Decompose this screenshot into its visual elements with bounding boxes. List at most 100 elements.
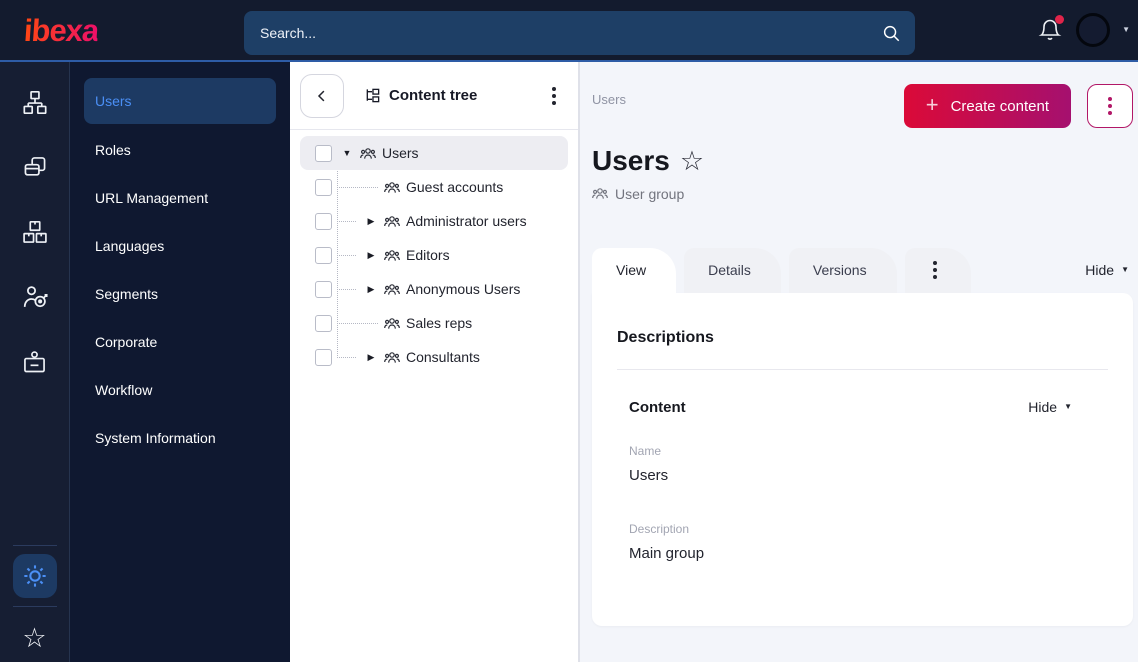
sidebar-item-segments[interactable]: Segments: [84, 270, 276, 318]
tree-item-label: Anonymous Users: [406, 281, 521, 297]
hide-all-toggle[interactable]: Hide ▼: [1085, 262, 1133, 278]
caret-right-icon[interactable]: ▶: [364, 284, 378, 294]
caret-down-icon: ▼: [1064, 402, 1072, 412]
tree-checkbox[interactable]: [315, 314, 332, 332]
personalization-icon: [23, 286, 48, 308]
tree-connector: [337, 288, 356, 290]
content-type-label: User group: [592, 186, 1133, 202]
user-group-icon: [592, 186, 608, 201]
sidebar-item-label: Corporate: [95, 334, 158, 350]
user-group-icon: [384, 282, 400, 297]
content-type-text: User group: [615, 185, 685, 202]
tab-view[interactable]: View: [592, 247, 677, 293]
tab-versions[interactable]: Versions: [788, 247, 897, 293]
admin-badge-icon: [24, 350, 45, 372]
tree-checkbox[interactable]: [315, 246, 332, 264]
ibexa-logo[interactable]: ibexa: [23, 13, 100, 48]
chevron-left-icon: [317, 90, 325, 101]
tree-item-users[interactable]: ▼ Users: [300, 136, 568, 170]
notifications-button[interactable]: [1038, 15, 1065, 43]
caret-down-icon[interactable]: ▼: [340, 148, 354, 158]
descriptions-heading: Descriptions: [617, 328, 714, 346]
sidebar-item-label: Workflow: [95, 382, 153, 398]
main-content: Users + Create content Users ☆ User grou…: [580, 62, 1138, 662]
caret-right-icon[interactable]: ▶: [364, 352, 378, 362]
user-menu-caret-icon[interactable]: ▼: [1122, 26, 1130, 34]
tree-item-editors[interactable]: ▶ Editors: [300, 238, 568, 272]
rail-divider: [12, 606, 57, 607]
field-value-description: Main group: [629, 544, 705, 562]
pages-icon: [24, 156, 45, 176]
page-title: Users: [592, 145, 670, 176]
tree-item-label: Administrator users: [406, 213, 527, 229]
tree-item-label: Consultants: [406, 349, 480, 365]
bookmark-star-icon[interactable]: ☆: [680, 147, 704, 175]
content-tree-panel: Content tree ▼ Users Guest accounts ▶ Ad…: [290, 62, 580, 662]
nav-admin[interactable]: [20, 348, 50, 376]
search-input[interactable]: [258, 24, 881, 42]
tree-item-anonymous-users[interactable]: ▶ Anonymous Users: [300, 272, 568, 306]
sidebar-item-workflow[interactable]: Workflow: [84, 366, 276, 414]
nav-content-structure[interactable]: [20, 88, 50, 116]
tree-item-consultants[interactable]: ▶ Consultants: [300, 340, 568, 374]
sidebar-item-languages[interactable]: Languages: [84, 222, 276, 270]
content-section-heading: Content: [629, 398, 686, 416]
content-section-toggle[interactable]: Hide ▼: [1028, 399, 1072, 415]
tree-item-administrator-users[interactable]: ▶ Administrator users: [300, 204, 568, 238]
icon-rail: ☆: [0, 62, 70, 662]
nav-personalization[interactable]: [20, 283, 50, 311]
tree-checkbox[interactable]: [315, 178, 332, 196]
app-window: ibexa ▼: [0, 0, 1138, 662]
sidebar-item-corporate[interactable]: Corporate: [84, 318, 276, 366]
bookmarks-button[interactable]: ☆: [22, 625, 46, 652]
sidebar-item-roles[interactable]: Roles: [84, 126, 276, 174]
user-group-icon: [360, 146, 376, 161]
notification-badge: [1055, 15, 1065, 24]
tree-item-guest-accounts[interactable]: Guest accounts: [300, 170, 568, 204]
view-tab-card: Descriptions Content Hide ▼ Name Users D…: [592, 292, 1133, 626]
search-icon: [881, 23, 901, 43]
sidebar-item-label: Languages: [95, 238, 165, 254]
sidebar-item-label: Roles: [95, 142, 131, 158]
tree-connector: [337, 254, 356, 256]
content-tree-title: Content tree: [364, 87, 477, 104]
user-avatar[interactable]: [1076, 13, 1111, 47]
settings-button[interactable]: [12, 554, 57, 598]
breadcrumb[interactable]: Users: [592, 92, 626, 107]
sidebar-item-users[interactable]: Users: [84, 78, 276, 124]
kebab-icon: [932, 261, 937, 280]
sidebar-item-url-management[interactable]: URL Management: [84, 174, 276, 222]
field-label-description: Description: [629, 521, 690, 536]
tree-checkbox[interactable]: [315, 348, 332, 366]
tree-item-label: Sales reps: [406, 315, 473, 331]
tab-label: Details: [708, 262, 751, 279]
tree-options-button[interactable]: [548, 83, 560, 109]
page-options-button[interactable]: [1087, 84, 1133, 128]
rail-footer: ☆: [0, 537, 69, 662]
tree-item-sales-reps[interactable]: Sales reps: [300, 306, 568, 340]
nav-pages[interactable]: [20, 153, 50, 181]
tab-details[interactable]: Details: [684, 247, 781, 293]
hide-label: Hide: [1085, 262, 1115, 279]
tab-more-button[interactable]: [904, 247, 971, 293]
global-search[interactable]: [244, 11, 915, 55]
product-catalog-icon: [22, 220, 47, 243]
topbar-right: ▼: [1038, 0, 1130, 60]
sidebar-item-system-information[interactable]: System Information: [84, 414, 276, 462]
user-group-icon: [384, 350, 400, 365]
caret-right-icon[interactable]: ▶: [364, 250, 378, 260]
sidebar-item-label: Segments: [95, 286, 159, 302]
collapse-tree-button[interactable]: [300, 73, 344, 118]
nav-product-catalog[interactable]: [20, 218, 50, 246]
tree-connector: [337, 322, 378, 324]
tree-item-label: Editors: [406, 247, 450, 263]
content-tree-icon: [366, 88, 380, 103]
create-content-button[interactable]: + Create content: [903, 84, 1071, 128]
tree-connector: [337, 220, 356, 222]
tree-checkbox[interactable]: [315, 212, 332, 230]
caret-right-icon[interactable]: ▶: [364, 216, 378, 226]
tab-label: View: [616, 262, 647, 279]
tree-checkbox[interactable]: [315, 280, 332, 298]
tab-label: Versions: [812, 262, 867, 279]
tree-checkbox[interactable]: [315, 144, 332, 162]
